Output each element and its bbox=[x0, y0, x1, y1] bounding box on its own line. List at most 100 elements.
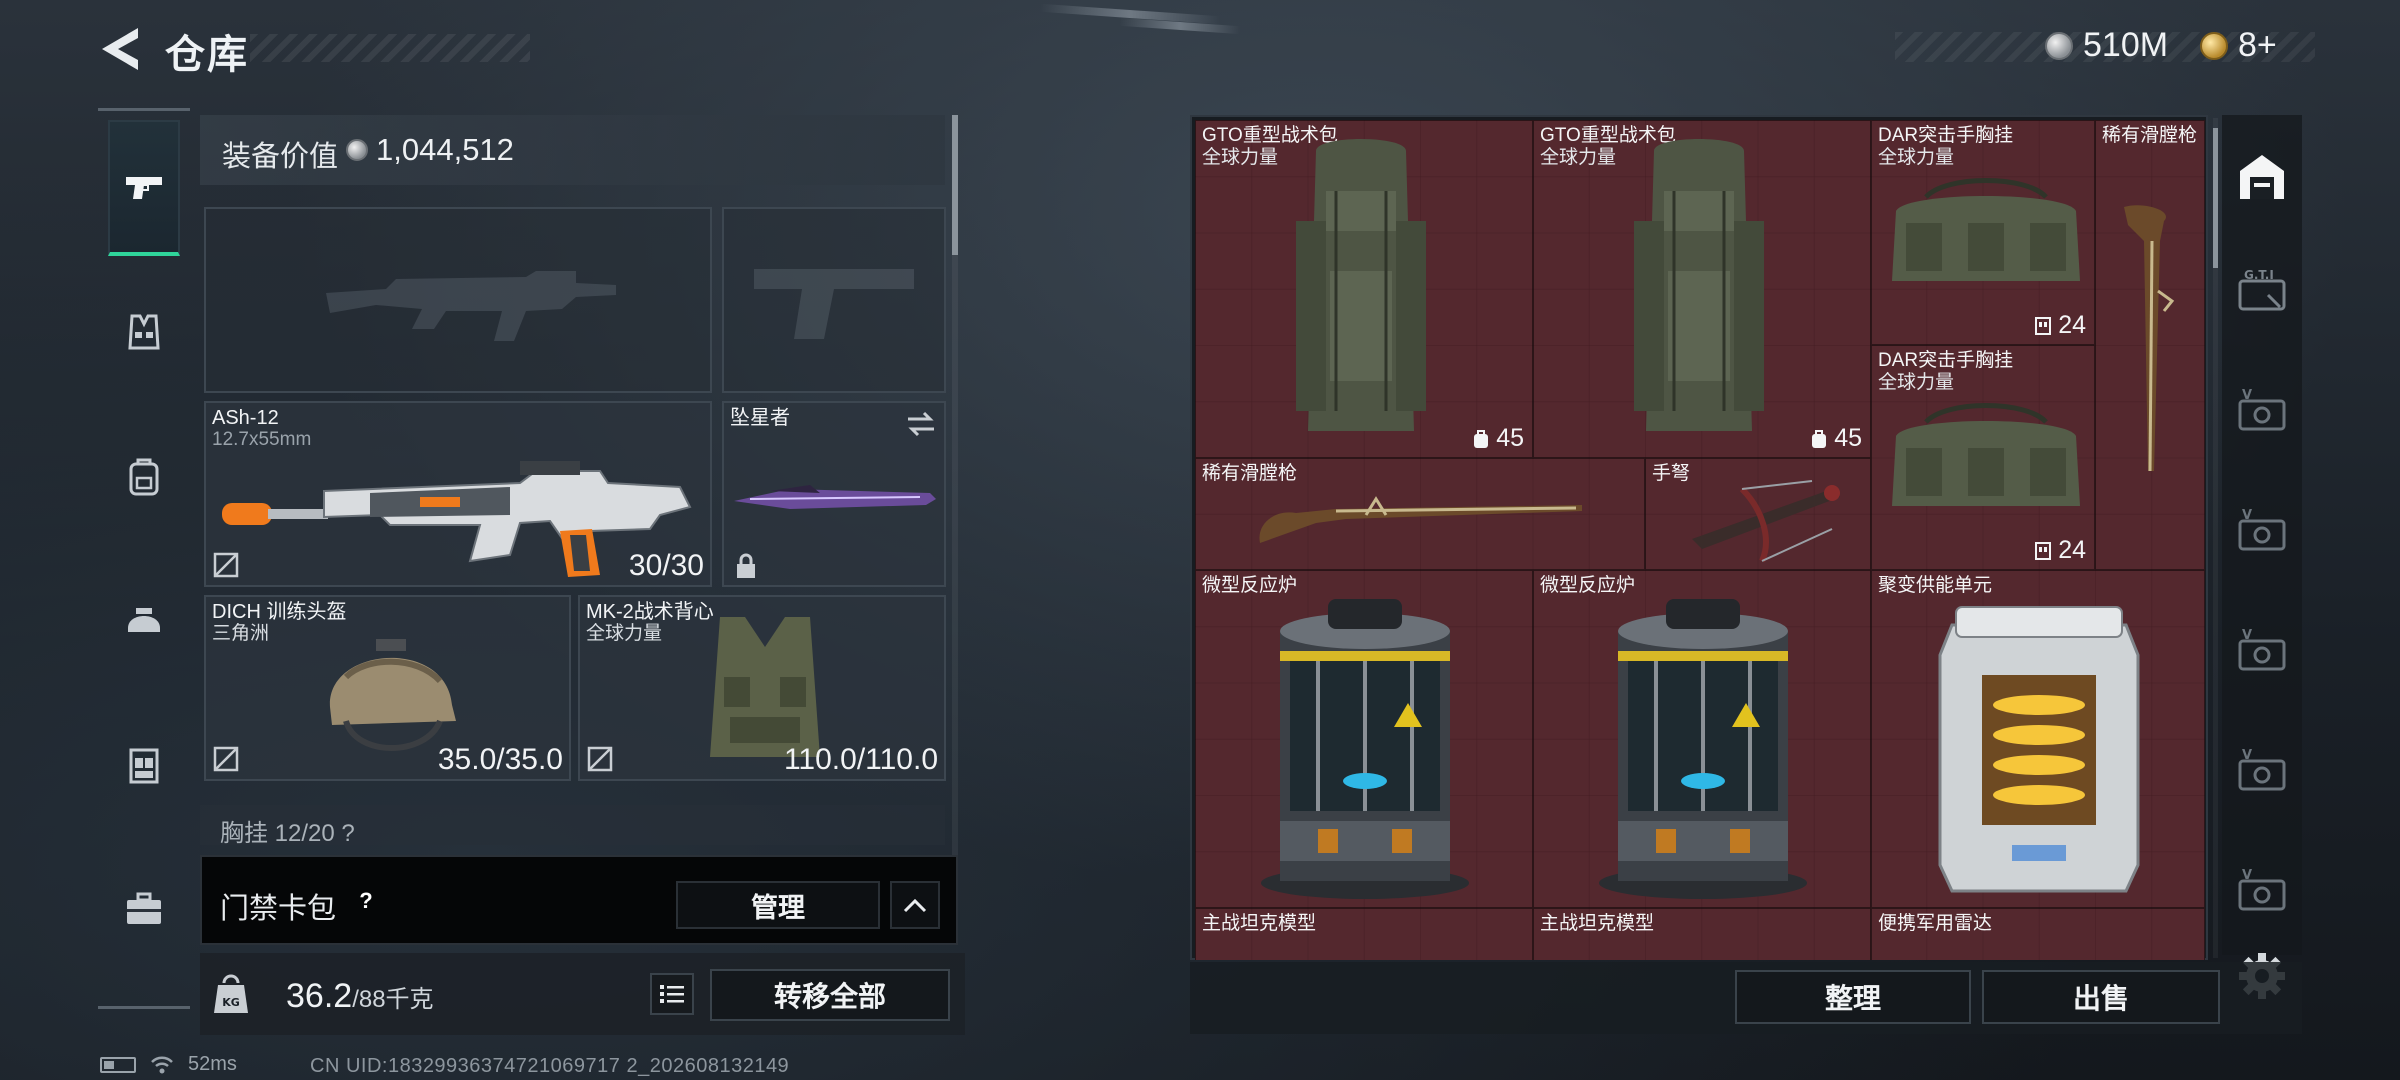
item-faction: 全球力量 bbox=[1540, 147, 1617, 168]
item-count-value: 45 bbox=[1834, 424, 1862, 452]
crossbow-image bbox=[1692, 480, 1840, 563]
sort-button[interactable]: 整理 bbox=[1735, 970, 1971, 1024]
no-trade-icon bbox=[213, 552, 239, 578]
loadout-scroll-thumb[interactable] bbox=[952, 115, 958, 255]
fusion-cell-image bbox=[1938, 606, 2140, 893]
transfer-all-button[interactable]: 转移全部 bbox=[710, 969, 950, 1021]
armor-name: MK-2战术背心 bbox=[586, 601, 714, 623]
title-decoration bbox=[250, 34, 530, 62]
storage-item[interactable]: 主战坦克模型 bbox=[1195, 908, 1533, 960]
storage-item[interactable]: 手弩 bbox=[1645, 458, 1871, 570]
pistol-slot[interactable] bbox=[722, 207, 946, 393]
storage-scroll-thumb[interactable] bbox=[2213, 128, 2218, 268]
storage-item[interactable]: 便携军用雷达 bbox=[1871, 908, 2205, 960]
storage-tab-v-icon[interactable]: V bbox=[2234, 745, 2290, 801]
weight-kg-icon: KG bbox=[214, 974, 248, 1013]
ping-value: 52ms bbox=[188, 1053, 237, 1075]
manage-button[interactable]: 管理 bbox=[676, 881, 880, 929]
rig-icon bbox=[129, 748, 159, 784]
helmet-icon bbox=[128, 608, 160, 632]
storage-footer: 整理 出售 bbox=[1190, 962, 2302, 1034]
chest-rig-row[interactable]: 胸挂 12/20 ? bbox=[200, 805, 945, 845]
item-count: 24 bbox=[2034, 536, 2086, 565]
storage-item[interactable]: 主战坦克模型 bbox=[1533, 908, 1871, 960]
gold-currency[interactable]: 8+ bbox=[2200, 26, 2277, 65]
magazine-count: 30/30 bbox=[628, 549, 704, 582]
storage-panel: GTO重型战术包 全球力量 45 GTO重型战术包 全球力量 45 DAR突击手… bbox=[1190, 115, 2208, 960]
storage-item[interactable]: 微型反应炉 bbox=[1533, 570, 1871, 908]
backpack-capacity-icon bbox=[1812, 429, 1827, 448]
storage-tab-v-icon[interactable]: V bbox=[2234, 865, 2290, 921]
svg-text:G.T.I: G.T.I bbox=[2244, 268, 2274, 282]
collapse-button[interactable] bbox=[890, 881, 940, 929]
swap-icon[interactable] bbox=[906, 411, 936, 437]
storage-item[interactable]: GTO重型战术包 全球力量 45 bbox=[1533, 120, 1871, 458]
storage-tab-v-icon[interactable]: V bbox=[2234, 625, 2290, 681]
item-count: 45 bbox=[1472, 424, 1524, 453]
top-bar: 仓库 510M 8+ bbox=[0, 0, 2400, 100]
briefcase-icon bbox=[127, 892, 161, 924]
backpack-capacity-icon bbox=[1474, 429, 1489, 448]
item-faction: 全球力量 bbox=[1878, 372, 1955, 393]
primary-weapon-slot[interactable]: ASh-12 12.7x55mm 30/30 bbox=[204, 401, 712, 587]
chest-rig-label: 胸挂 12/20 ? bbox=[220, 820, 355, 845]
storage-tab-v-icon[interactable]: V bbox=[2234, 505, 2290, 561]
melee-slot[interactable]: 坠星者 bbox=[722, 401, 946, 587]
backpack-image bbox=[1634, 139, 1764, 431]
item-name: DAR突击手胸挂 bbox=[1878, 125, 2014, 146]
storage-item[interactable]: DAR突击手胸挂 全球力量 24 bbox=[1871, 345, 2095, 570]
helmet-faction: 三角洲 bbox=[212, 623, 270, 644]
silver-coin-icon bbox=[346, 139, 368, 161]
silver-coin-icon bbox=[2045, 31, 2073, 60]
rail-item-weapons[interactable] bbox=[108, 120, 180, 256]
item-name: 便携军用雷达 bbox=[1878, 913, 1993, 934]
weight-current: 36.2 bbox=[286, 977, 353, 1015]
musket-image bbox=[2124, 205, 2175, 472]
wifi-icon bbox=[151, 1056, 173, 1073]
rail-item-helmet[interactable] bbox=[108, 552, 180, 688]
rig-capacity-icon bbox=[2035, 316, 2052, 335]
armor-slot[interactable]: MK-2战术背心 全球力量 110.0/110.0 bbox=[578, 595, 946, 781]
storage-item[interactable]: 稀有滑膛枪 bbox=[2095, 120, 2205, 570]
weight-value: 36.2/88千克 bbox=[286, 977, 434, 1016]
storage-item[interactable]: 微型反应炉 bbox=[1195, 570, 1533, 908]
backpack-image bbox=[1296, 139, 1426, 431]
rail-item-chest-rig[interactable] bbox=[108, 696, 180, 832]
storage-tab-gti-icon[interactable]: G.T.I bbox=[2234, 265, 2290, 321]
item-name: DAR突击手胸挂 bbox=[1878, 350, 2014, 371]
storage-item[interactable]: GTO重型战术包 全球力量 45 bbox=[1195, 120, 1533, 458]
sell-button[interactable]: 出售 bbox=[1982, 970, 2220, 1024]
storage-grid: GTO重型战术包 全球力量 45 GTO重型战术包 全球力量 45 DAR突击手… bbox=[1195, 120, 2205, 960]
status-line: 52ms bbox=[100, 1053, 237, 1076]
musket-image bbox=[1259, 496, 1582, 543]
item-count: 45 bbox=[1810, 424, 1862, 453]
svg-text:KG: KG bbox=[222, 996, 240, 1009]
storage-item[interactable]: DAR突击手胸挂 全球力量 24 bbox=[1871, 120, 2095, 345]
svg-text:V: V bbox=[2242, 868, 2252, 883]
loadout-panel: 装备价值 1,044,512 ASh-12 12.7x55mm 30/30 坠星… bbox=[200, 115, 965, 1035]
item-name: 聚变供能单元 bbox=[1878, 575, 1993, 596]
helmet-slot[interactable]: DICH 训练头盔 三角洲 35.0/35.0 bbox=[204, 595, 571, 781]
help-icon[interactable]: ? bbox=[350, 885, 382, 917]
rail-item-case[interactable] bbox=[108, 840, 180, 976]
storage-item[interactable]: 稀有滑膛枪 bbox=[1195, 458, 1645, 570]
item-count-value: 24 bbox=[2058, 311, 2086, 339]
vest-icon bbox=[128, 314, 160, 350]
silver-currency[interactable]: 510M bbox=[2045, 26, 2168, 65]
rail-item-armor[interactable] bbox=[108, 264, 180, 400]
storage-tab-v-icon[interactable]: V bbox=[2234, 385, 2290, 441]
secondary-weapon-slot[interactable] bbox=[204, 207, 712, 393]
storage-home-icon[interactable] bbox=[2234, 149, 2290, 205]
rail-item-backpack[interactable] bbox=[108, 408, 180, 544]
item-count-value: 24 bbox=[2058, 536, 2086, 564]
svg-text:V: V bbox=[2242, 508, 2252, 523]
chevron-up-icon bbox=[903, 898, 927, 913]
equipment-value-label: 装备价值 bbox=[222, 141, 339, 173]
storage-item[interactable]: 聚变供能单元 bbox=[1871, 570, 2205, 908]
melee-name: 坠星者 bbox=[730, 407, 790, 429]
access-card-pack: 门禁卡包 ? 管理 bbox=[200, 855, 958, 945]
rifle-silhouette-icon bbox=[326, 271, 616, 341]
back-arrow-icon[interactable] bbox=[98, 26, 142, 72]
chest-rig-image bbox=[1892, 403, 2080, 506]
list-view-button[interactable] bbox=[650, 973, 694, 1015]
